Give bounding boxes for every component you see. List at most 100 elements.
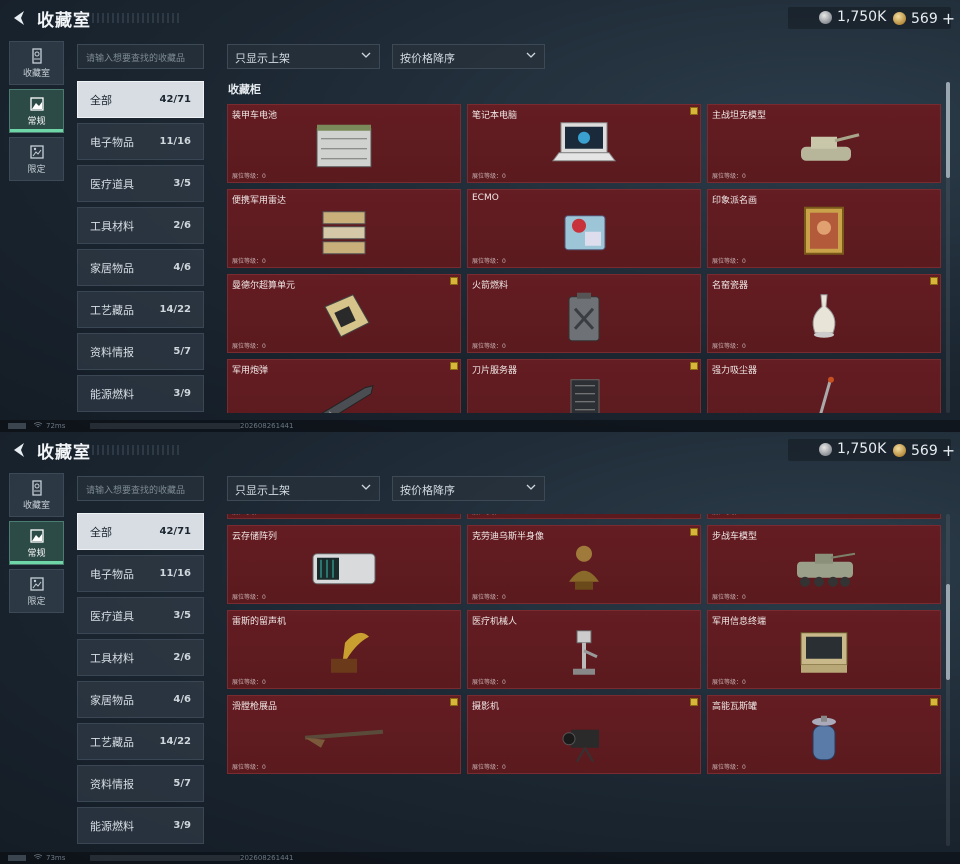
category-crafts[interactable]: 工艺藏品 14/22 [77,723,204,760]
category-label: 资料情报 [90,777,134,791]
booth-level-text: 展位等级：0 [232,514,266,516]
collection-item-card[interactable]: 强力吸尘器展位等级：0 [707,359,941,413]
collection-item-card[interactable]: 步战车模型 展位等级：0 [707,525,941,604]
category-count: 5/7 [173,778,191,789]
collection-item-card[interactable]: 高能瓦斯罐 展位等级：0 [707,695,941,774]
search-input[interactable]: 请输入想要查找的收藏品 [77,44,204,69]
collection-item-card[interactable]: 主战坦克模型 展位等级：0 [707,104,941,183]
booth-level-text: 展位等级：0 [712,764,746,771]
camera-icon [562,729,599,762]
collection-item-card[interactable]: 曼德尔超算单元 展位等级：0 [227,274,461,353]
collection-item-card[interactable]: 医疗机械人 展位等级：0 [467,610,701,689]
nav-regular[interactable]: 常规 [9,521,64,565]
shelf-filter-dropdown[interactable]: 只显示上架 [227,476,380,501]
sort-dropdown[interactable]: 按价格降序 [392,44,545,69]
collection-item-card[interactable]: 云存储阵列 展位等级：0 [227,525,461,604]
item-name: 雷斯的留声机 [232,617,287,627]
category-medical[interactable]: 医疗道具 3/5 [77,165,204,202]
collection-item-card[interactable]: 火箭燃料 展位等级：0 [467,274,701,353]
booth-level-text: 展位等级：0 [472,514,506,516]
category-label: 电子物品 [90,135,134,149]
collection-item-card[interactable]: 军用信息终端 展位等级：0 [707,610,941,689]
collection-item-card[interactable]: 印象派名画 展位等级：0 [707,189,941,268]
military-terminal-icon [800,631,848,673]
title-decoration [92,13,182,23]
category-medical[interactable]: 医疗道具 3/5 [77,597,204,634]
scrollbar-thumb[interactable] [946,584,950,680]
category-count: 4/6 [173,694,191,705]
page-title: 收藏室 [37,443,91,463]
silver-amount: 1,750K [837,441,887,457]
sort-dropdown[interactable]: 按价格降序 [392,476,545,501]
item-name: 便携军用雷达 [232,196,287,206]
laptop-icon [552,121,616,161]
category-all[interactable]: 全部 42/71 [77,513,204,550]
category-all[interactable]: 全部 42/71 [77,81,204,118]
category-intel[interactable]: 资料情报 5/7 [77,333,204,370]
category-energy[interactable]: 能源燃料 3/9 [77,807,204,844]
category-electronics[interactable]: 电子物品 11/16 [77,123,204,160]
collection-item-card[interactable]: 便携军用雷达 展位等级：0 [227,189,461,268]
category-list: 全部 42/71 电子物品 11/16 医疗道具 3/5 工具材料 2/6 家居物品 4/… [77,81,204,417]
category-tools[interactable]: 工具材料 2/6 [77,207,204,244]
nav-limited[interactable]: 限定 [9,137,64,181]
collection-item-card[interactable]: 名窑瓷器 展位等级：0 [707,274,941,353]
regular-items-icon [29,528,44,543]
collection-item-card[interactable]: 军用炮弹展位等级：0 [227,514,461,519]
nav-limited[interactable]: 限定 [9,569,64,613]
add-currency-button[interactable]: + [942,9,955,28]
item-grid-viewport: 装甲车电池 展位等级：0 笔记本电脑 展位等级：0 主战坦克模型 展位等级：0 便携军用雷达… [227,104,943,413]
collection-item-card[interactable]: ECMO 展位等级：0 [467,189,701,268]
gold-coin-icon [893,12,906,25]
back-arrow-icon[interactable] [10,8,30,28]
collection-item-card[interactable]: 刀片服务器展位等级：0 [467,514,701,519]
collection-item-card[interactable]: 笔记本电脑 展位等级：0 [467,104,701,183]
category-label: 工具材料 [90,219,134,233]
search-input[interactable]: 请输入想要查找的收藏品 [77,476,204,501]
category-household[interactable]: 家居物品 4/6 [77,249,204,286]
shelf-filter-dropdown[interactable]: 只显示上架 [227,44,380,69]
collection-item-card[interactable]: 摄影机 展位等级：0 [467,695,701,774]
shelf-filter-value: 只显示上架 [235,484,290,497]
timestamp-text: 202608261441 [240,422,294,430]
scrollbar-thumb[interactable] [946,82,950,178]
nav-label: 限定 [27,164,46,175]
alert-badge-icon [690,698,698,706]
silver-currency: 1,750K [819,441,886,457]
booth-level-text: 展位等级：0 [712,173,746,180]
collection-item-card[interactable]: 刀片服务器展位等级：0 [467,359,701,413]
category-tools[interactable]: 工具材料 2/6 [77,639,204,676]
collection-item-card[interactable]: 雷斯的留声机 展位等级：0 [227,610,461,689]
alert-badge-icon [450,277,458,285]
collection-room-icon [31,47,42,64]
collection-item-card[interactable]: 装甲车电池 展位等级：0 [227,104,461,183]
category-list: 全部 42/71 电子物品 11/16 医疗道具 3/5 工具材料 2/6 家居物品 4/… [77,513,204,849]
category-count: 42/71 [159,526,191,537]
item-name: 军用信息终端 [712,617,767,627]
category-crafts[interactable]: 工艺藏品 14/22 [77,291,204,328]
nav-collection-room[interactable]: 收藏室 [9,41,64,85]
category-household[interactable]: 家居物品 4/6 [77,681,204,718]
add-currency-button[interactable]: + [942,441,955,460]
chevron-down-icon [361,52,371,58]
collection-item-card[interactable]: 军用炮弹展位等级：0 [227,359,461,413]
item-name: 滑膛枪展品 [232,702,278,712]
collection-item-card[interactable]: 强力吸尘器展位等级：0 [707,514,941,519]
nav-regular[interactable]: 常规 [9,89,64,133]
category-energy[interactable]: 能源燃料 3/9 [77,375,204,412]
category-intel[interactable]: 资料情报 5/7 [77,765,204,802]
collection-item-card[interactable]: 克劳迪乌斯半身像 展位等级：0 [467,525,701,604]
collection-item-card[interactable]: 滑膛枪展品 展位等级：0 [227,695,461,774]
silver-amount: 1,750K [837,9,887,25]
booth-level-text: 展位等级：0 [472,679,506,686]
limited-items-icon [29,144,44,159]
gold-currency: 569 + [893,9,955,28]
nav-collection-room[interactable]: 收藏室 [9,473,64,517]
category-label: 医疗道具 [90,609,134,623]
category-electronics[interactable]: 电子物品 11/16 [77,555,204,592]
tank-model-icon [801,132,860,161]
battery-icon [8,423,26,429]
back-arrow-icon[interactable] [10,440,30,460]
wifi-icon [34,422,42,428]
scrollbar-track[interactable] [946,514,950,846]
